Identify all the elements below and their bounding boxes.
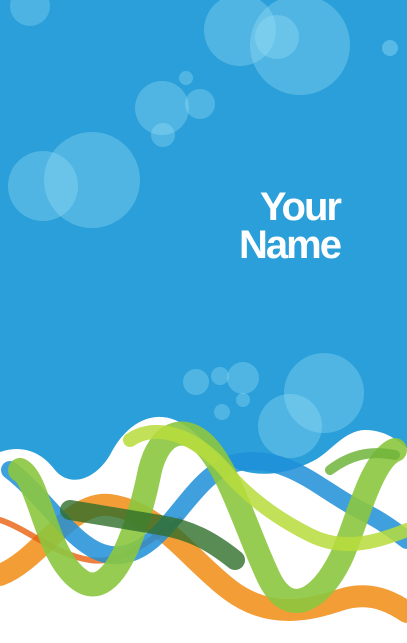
bubble	[214, 404, 230, 420]
bubble	[211, 367, 229, 385]
bubble	[236, 393, 250, 407]
bubble	[44, 132, 140, 228]
bubble	[284, 353, 364, 433]
bubble	[183, 369, 209, 395]
bubble	[151, 123, 175, 147]
card-artwork	[0, 0, 407, 643]
name-line-2: Name	[239, 223, 342, 267]
bubble	[255, 15, 299, 59]
name-text: Your Name	[200, 185, 342, 267]
business-card: Your Name	[0, 0, 407, 643]
bubble	[227, 362, 259, 394]
name-line-1: Your	[259, 185, 342, 229]
bubble	[179, 71, 193, 85]
bubble	[185, 89, 215, 119]
bubble	[382, 40, 398, 56]
